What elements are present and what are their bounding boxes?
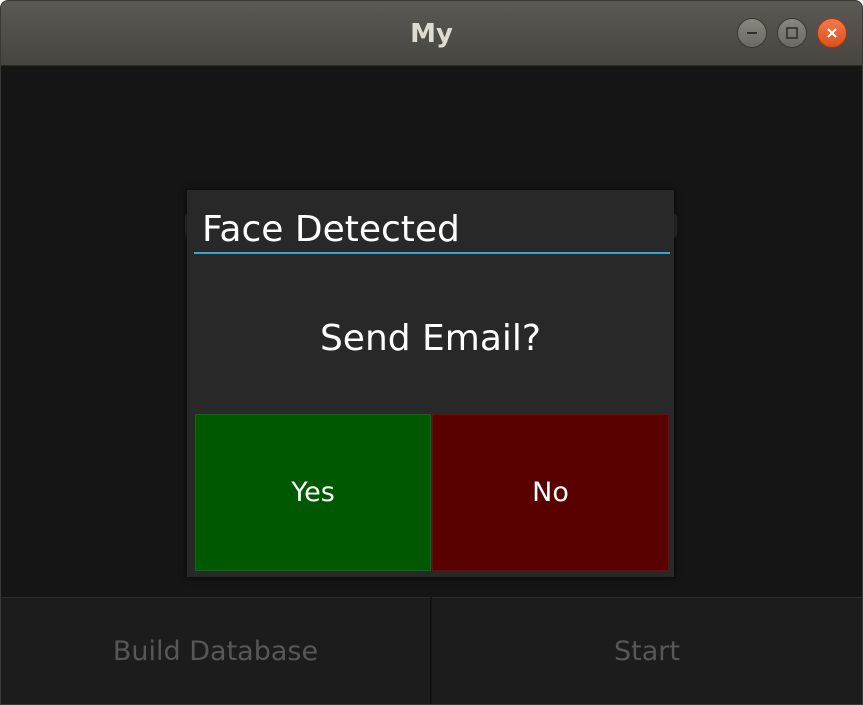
minimize-icon (745, 26, 759, 40)
dialog-title-separator (194, 252, 670, 254)
dialog-title: Face Detected (202, 209, 460, 250)
title-bar[interactable]: My (1, 1, 862, 66)
face-detected-dialog: Face Detected Send Email? Yes No (187, 190, 674, 577)
yes-button[interactable]: Yes (195, 414, 431, 571)
minimize-button[interactable] (737, 18, 767, 48)
close-icon (825, 26, 839, 40)
window-title: My (410, 19, 453, 49)
no-button[interactable]: No (432, 414, 669, 571)
dialog-message: Send Email? (319, 318, 542, 359)
close-button[interactable] (817, 18, 847, 48)
start-button[interactable]: Start (432, 597, 862, 704)
bottom-bar: Build Database Start (1, 597, 862, 704)
maximize-button[interactable] (777, 18, 807, 48)
maximize-icon (785, 26, 799, 40)
app-window: My Build Database Start Face Detected Se… (0, 0, 863, 705)
build-database-button[interactable]: Build Database (1, 597, 431, 704)
